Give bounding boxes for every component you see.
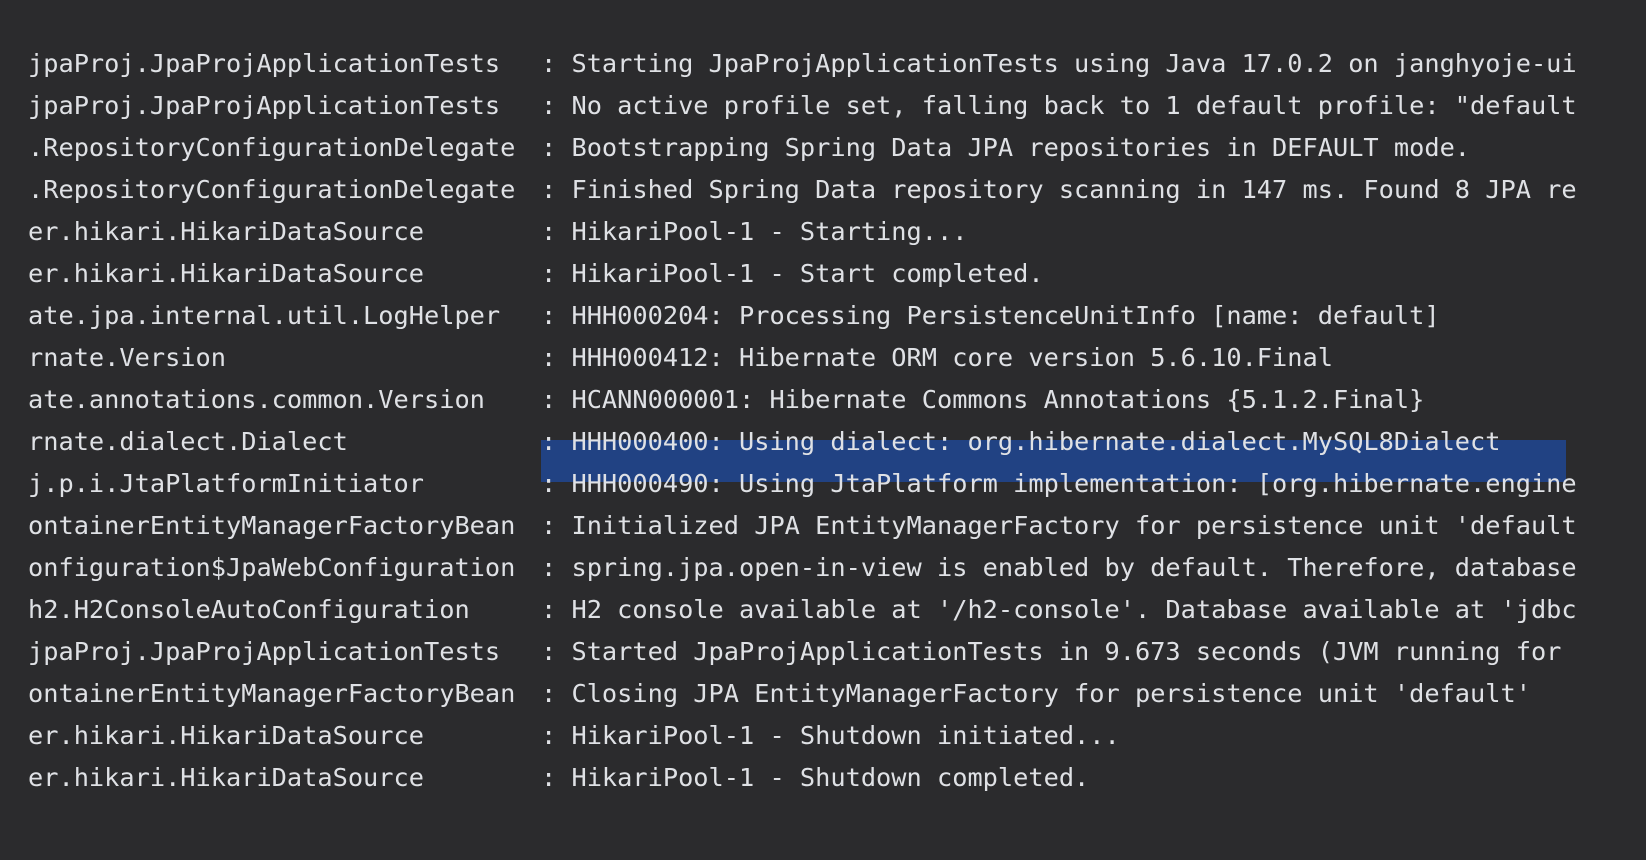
log-logger-name: rnate.Version [28, 342, 226, 372]
log-line[interactable]: ontainerEntityManagerFactoryBean : Closin… [28, 673, 1531, 713]
log-logger-name: er.hikari.HikariDataSource [28, 258, 424, 288]
log-line[interactable]: er.hikari.HikariDataSource : HikariPool-1… [28, 253, 1044, 293]
log-message: : No active profile set, falling back to… [541, 90, 1577, 120]
log-message: : H2 console available at '/h2-console'.… [541, 594, 1577, 624]
log-logger-name: .RepositoryConfigurationDelegate [28, 132, 516, 162]
log-message: : Closing JPA EntityManagerFactory for p… [541, 678, 1531, 708]
log-message: : HCANN000001: Hibernate Commons Annotat… [541, 384, 1425, 414]
log-message: : spring.jpa.open-in-view is enabled by … [541, 552, 1577, 582]
log-logger-name: jpaProj.JpaProjApplicationTests [28, 90, 501, 120]
log-logger-name: .RepositoryConfigurationDelegate [28, 174, 516, 204]
log-logger-name: er.hikari.HikariDataSource [28, 720, 424, 750]
log-line-selected[interactable]: rnate.dialect.Dialect : HHH000400: Using … [28, 421, 1501, 461]
log-line[interactable]: er.hikari.HikariDataSource : HikariPool-1… [28, 211, 967, 251]
log-message: : HHH000490: Using JtaPlatform implement… [541, 468, 1577, 498]
log-line[interactable]: .RepositoryConfigurationDelegate : Finish… [28, 169, 1577, 209]
log-logger-name: er.hikari.HikariDataSource [28, 762, 424, 792]
log-logger-name: ontainerEntityManagerFactoryBean [28, 510, 516, 540]
log-line[interactable]: ate.annotations.common.Version : HCANN000… [28, 379, 1424, 419]
log-logger-name: ontainerEntityManagerFactoryBean [28, 678, 516, 708]
log-message: : Started JpaProjApplicationTests in 9.6… [541, 636, 1562, 666]
log-logger-name: er.hikari.HikariDataSource [28, 216, 424, 246]
log-line[interactable]: rnate.Version : HHH000412: Hibernate ORM … [28, 337, 1333, 377]
log-logger-name: h2.H2ConsoleAutoConfiguration [28, 594, 470, 624]
log-message: : Starting JpaProjApplicationTests using… [541, 48, 1577, 78]
log-line[interactable]: er.hikari.HikariDataSource : HikariPool-1… [28, 757, 1089, 797]
log-line[interactable]: h2.H2ConsoleAutoConfiguration : H2 consol… [28, 589, 1577, 629]
log-message: : HikariPool-1 - Shutdown completed. [541, 762, 1090, 792]
log-message: : HHH000204: Processing PersistenceUnitI… [541, 300, 1440, 330]
log-logger-name: ate.annotations.common.Version [28, 384, 485, 414]
log-line[interactable]: jpaProj.JpaProjApplicationTests : No acti… [28, 85, 1577, 125]
log-line[interactable]: jpaProj.JpaProjApplicationTests : Startin… [28, 43, 1577, 83]
log-message: : HHH000400: Using dialect: org.hibernat… [541, 426, 1501, 456]
log-line[interactable]: er.hikari.HikariDataSource : HikariPool-1… [28, 715, 1120, 755]
log-logger-name: jpaProj.JpaProjApplicationTests [28, 636, 501, 666]
log-line[interactable]: jpaProj.JpaProjApplicationTests : Started… [28, 631, 1561, 671]
log-line[interactable]: j.p.i.JtaPlatformInitiator : HHH000490: U… [28, 463, 1577, 503]
log-message: : Initialized JPA EntityManagerFactory f… [541, 510, 1577, 540]
log-message: : HHH000412: Hibernate ORM core version … [541, 342, 1333, 372]
log-message: : HikariPool-1 - Start completed. [541, 258, 1044, 288]
log-line[interactable]: .RepositoryConfigurationDelegate : Bootst… [28, 127, 1470, 167]
log-line[interactable]: ate.jpa.internal.util.LogHelper : HHH0002… [28, 295, 1440, 335]
log-line[interactable]: onfiguration$JpaWebConfiguration : spring… [28, 547, 1577, 587]
log-message: : HikariPool-1 - Shutdown initiated... [541, 720, 1120, 750]
log-logger-name: jpaProj.JpaProjApplicationTests [28, 48, 501, 78]
log-message: : Bootstrapping Spring Data JPA reposito… [541, 132, 1471, 162]
log-logger-name: onfiguration$JpaWebConfiguration [28, 552, 516, 582]
log-logger-name: ate.jpa.internal.util.LogHelper [28, 300, 501, 330]
console-output[interactable]: jpaProj.JpaProjApplicationTests : Startin… [0, 0, 1646, 860]
log-line[interactable]: ontainerEntityManagerFactoryBean : Initia… [28, 505, 1577, 545]
log-message: : HikariPool-1 - Starting... [541, 216, 968, 246]
log-logger-name: rnate.dialect.Dialect [28, 426, 348, 456]
log-message: : Finished Spring Data repository scanni… [541, 174, 1577, 204]
log-logger-name: j.p.i.JtaPlatformInitiator [28, 468, 424, 498]
